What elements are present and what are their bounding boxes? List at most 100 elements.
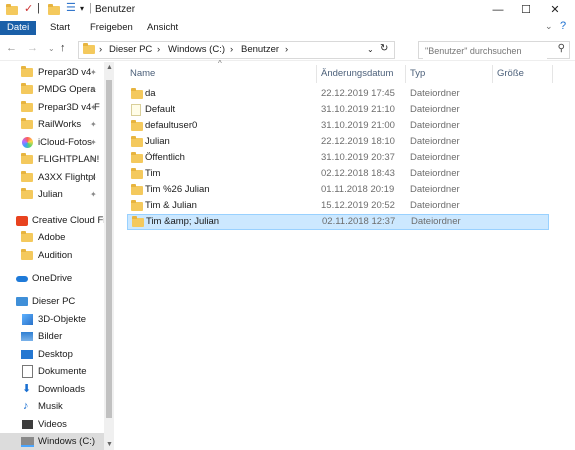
close-button[interactable]: ✕ [535, 0, 575, 20]
sidebar-item-julian[interactable]: Julian ✦ [0, 186, 104, 203]
scroll-down-icon[interactable]: ▼ [106, 441, 113, 448]
refresh-icon[interactable]: ↻ [380, 43, 388, 54]
pin-icon[interactable]: ✦ [90, 169, 97, 186]
tab-ansicht[interactable]: Ansicht [140, 21, 185, 35]
sidebar-item-label: Audition [38, 250, 73, 261]
pin-icon[interactable]: ✦ [90, 134, 97, 151]
file-type: Dateiordner [410, 168, 460, 179]
breadcrumb-windows-c[interactable]: Windows (C:) [168, 44, 225, 55]
file-date: 22.12.2019 18:10 [321, 136, 395, 147]
forward-arrow-icon[interactable]: → [27, 42, 38, 54]
table-row[interactable]: Julian 22.12.2019 18:10 Dateiordner [127, 134, 549, 150]
pin-icon[interactable]: ✦ [90, 151, 97, 168]
breadcrumb-benutzer[interactable]: Benutzer [241, 44, 279, 55]
pin-icon[interactable]: ✦ [90, 99, 97, 116]
sidebar-item-icloud-fotos[interactable]: iCloud-Fotos ✦ [0, 134, 104, 151]
sidebar-item-videos[interactable]: Videos [0, 416, 104, 433]
file-name: Tim & Julian [145, 200, 197, 211]
breadcrumb-separator: › [230, 44, 234, 55]
table-row[interactable]: Tim 02.12.2018 18:43 Dateiordner [127, 166, 549, 182]
column-divider[interactable] [492, 65, 493, 83]
sidebar-item-prepar3d-v4[interactable]: Prepar3D v4 ✦ [0, 64, 104, 81]
file-type: Dateiordner [410, 104, 460, 115]
recent-locations-icon[interactable]: ⌄ [48, 44, 55, 53]
scrollbar-thumb[interactable] [106, 80, 112, 418]
search-input[interactable] [423, 43, 547, 59]
desktop-icon [21, 350, 33, 359]
folder-icon [131, 136, 143, 147]
sidebar-item-label: Prepar3D v4 [38, 67, 92, 78]
column-divider[interactable] [405, 65, 406, 83]
tab-datei[interactable]: Datei [0, 21, 37, 35]
pin-icon[interactable]: ✦ [90, 116, 97, 133]
search-box[interactable]: ⚲ [418, 41, 570, 59]
sidebar-item-a3xx-flightpl[interactable]: A3XX Flightpl ✦ [0, 169, 104, 186]
table-row[interactable]: Tim & Julian 15.12.2019 20:52 Dateiordne… [127, 198, 549, 214]
title-separator: | [89, 2, 92, 14]
sidebar-item-musik[interactable]: ♪ Musik [0, 398, 104, 415]
pin-icon[interactable]: ✦ [90, 186, 97, 203]
sidebar-item-label: iCloud-Fotos [38, 137, 92, 148]
customize-toolbar-icon[interactable]: ☰ [66, 1, 76, 14]
sidebar-item-label: Julian [38, 189, 63, 200]
tab-freigeben[interactable]: Freigeben [83, 21, 140, 35]
table-row[interactable]: Default 31.10.2019 21:10 Dateiordner [127, 102, 549, 118]
downloads-icon: ⬇ [22, 383, 32, 395]
sidebar-item-flightplan[interactable]: FLIGHTPLAN! ✦ [0, 151, 104, 168]
properties-icon[interactable]: ✓ [24, 2, 33, 15]
column-header-date[interactable]: Änderungsdatum [321, 68, 393, 79]
file-name: defaultuser0 [145, 120, 198, 131]
help-icon[interactable]: ? [560, 20, 566, 32]
sidebar-scrollbar[interactable]: ▲ ▼ [104, 62, 114, 450]
address-bar[interactable]: › Dieser PC › Windows (C:) › Benutzer › … [78, 41, 395, 59]
sidebar-item-railworks[interactable]: RailWorks ✦ [0, 116, 104, 133]
drive-icon [21, 437, 34, 447]
breadcrumb-dieser-pc[interactable]: Dieser PC [109, 44, 152, 55]
column-header-type[interactable]: Typ [410, 68, 425, 79]
new-folder-icon[interactable] [48, 4, 60, 18]
sidebar-item-dokumente[interactable]: Dokumente [0, 363, 104, 380]
file-date: 02.12.2018 18:43 [321, 168, 395, 179]
sidebar-item-onedrive[interactable]: OneDrive [0, 270, 104, 287]
sidebar-item-downloads[interactable]: ⬇ Downloads [0, 381, 104, 398]
scroll-up-icon[interactable]: ▲ [106, 64, 113, 71]
table-row[interactable]: Öffentlich 31.10.2019 20:37 Dateiordner [127, 150, 549, 166]
sidebar-item-prepar3d-v4-f[interactable]: Prepar3D v4 F ✦ [0, 99, 104, 116]
back-arrow-icon[interactable]: ← [6, 42, 17, 54]
table-row[interactable]: Tim %26 Julian 01.11.2018 20:19 Dateiord… [127, 182, 549, 198]
table-row-selected[interactable]: Tim &amp; Julian 02.11.2018 12:37 Dateio… [127, 214, 549, 230]
sidebar-item-pmdg-opera[interactable]: PMDG Opera ✦ [0, 81, 104, 98]
table-row[interactable]: da 22.12.2019 17:45 Dateiordner [127, 86, 549, 102]
title-bar: ✓ | ☰ ▾ | Benutzer — ☐ ✕ [0, 0, 575, 20]
quick-access-dropdown-icon[interactable]: ▾ [80, 4, 84, 13]
sidebar-item-audition[interactable]: Audition [0, 247, 104, 264]
folder-icon [131, 88, 143, 99]
folder-icon [83, 43, 95, 57]
sidebar-item-adobe[interactable]: Adobe [0, 229, 104, 246]
tab-start[interactable]: Start [43, 21, 77, 35]
folder-icon [131, 200, 143, 211]
sidebar-item-creative-cloud[interactable]: Creative Cloud Fil [0, 212, 104, 229]
pin-icon[interactable]: ✦ [90, 81, 97, 98]
creative-cloud-icon [16, 216, 28, 226]
sidebar-item-dieser-pc[interactable]: Dieser PC [0, 293, 104, 310]
documents-icon [22, 365, 33, 378]
up-arrow-icon[interactable]: ↑ [60, 42, 66, 54]
sidebar-item-label: Windows (C:) [38, 436, 96, 447]
search-icon[interactable]: ⚲ [558, 43, 565, 54]
sidebar-item-bilder[interactable]: Bilder [0, 328, 104, 345]
column-divider[interactable] [552, 65, 553, 83]
file-type: Dateiordner [410, 120, 460, 131]
column-divider[interactable] [316, 65, 317, 83]
file-list: ^ Name Änderungsdatum Typ Größe da 22.12… [122, 59, 575, 450]
sidebar-item-desktop[interactable]: Desktop [0, 346, 104, 363]
table-row[interactable]: defaultuser0 31.10.2019 21:00 Dateiordne… [127, 118, 549, 134]
column-header-size[interactable]: Größe [497, 68, 524, 79]
sidebar-item-3d-objekte[interactable]: 3D-Objekte [0, 311, 104, 328]
address-dropdown-icon[interactable]: ⌄ [367, 45, 374, 54]
file-name: Tim [145, 168, 161, 179]
ribbon-expand-icon[interactable]: ⌄ [545, 21, 553, 32]
column-header-name[interactable]: Name [130, 68, 155, 79]
sidebar-item-windows-c[interactable]: Windows (C:) [0, 433, 104, 450]
pin-icon[interactable]: ✦ [90, 64, 97, 81]
